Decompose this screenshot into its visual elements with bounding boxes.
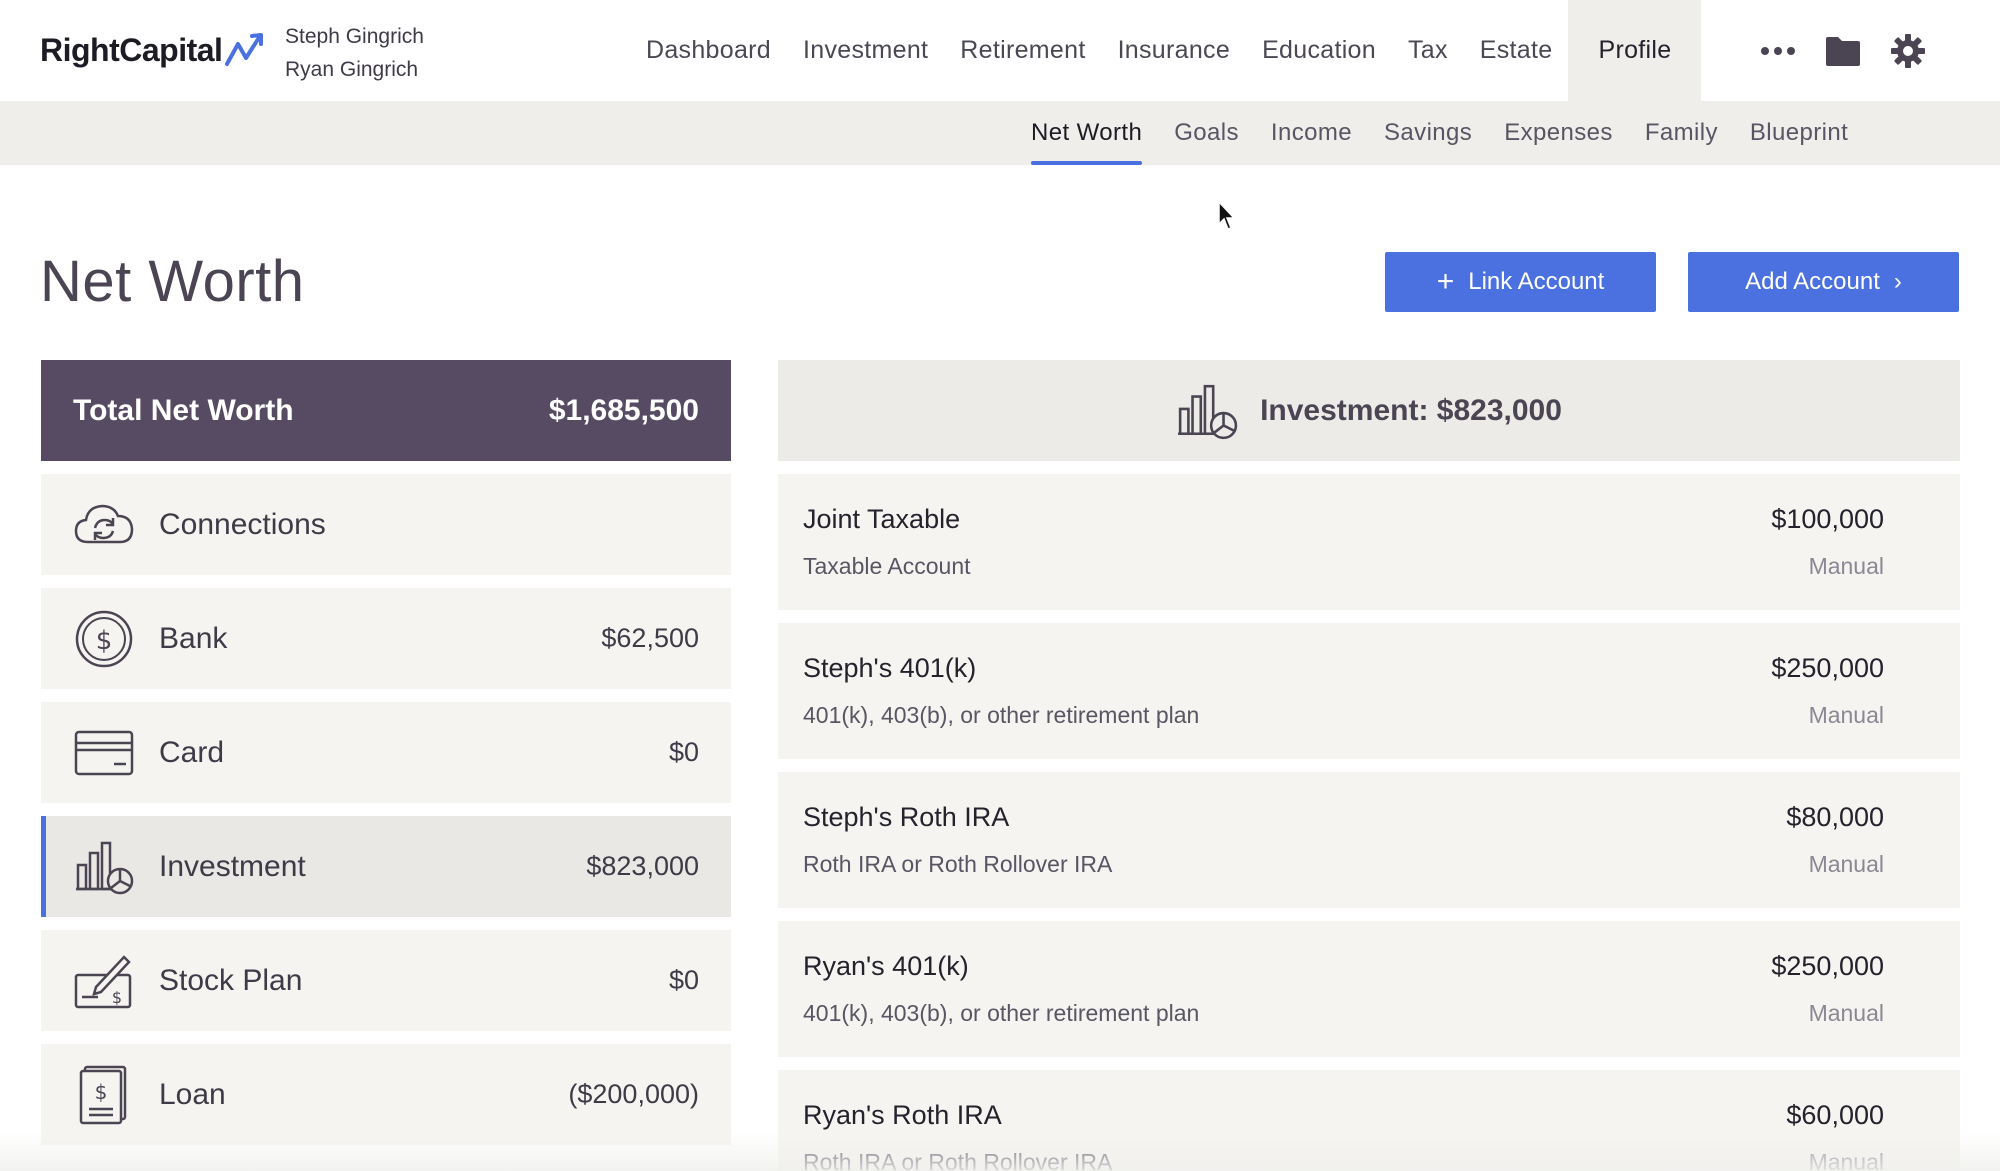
category-connections[interactable]: Connections <box>41 474 731 575</box>
category-value: $823,000 <box>586 851 699 881</box>
category-label: Card <box>159 735 225 769</box>
svg-text:$: $ <box>96 626 113 656</box>
net-worth-summary: Total Net Worth $1,685,500 Connections $… <box>41 360 731 1145</box>
nav-insurance[interactable]: Insurance <box>1102 0 1247 101</box>
subnav-expenses[interactable]: Expenses <box>1488 101 1629 165</box>
category-label: Investment <box>159 849 306 883</box>
nav-tax[interactable]: Tax <box>1392 0 1464 101</box>
account-source: Manual <box>1808 1149 1884 1171</box>
account-source: Manual <box>1808 1000 1884 1026</box>
investment-chart-icon <box>1178 384 1238 439</box>
credit-card-icon <box>73 722 135 784</box>
chevron-right-icon: › <box>1893 268 1902 295</box>
stock-plan-icon: $ <box>73 950 135 1012</box>
category-value: $0 <box>668 737 699 767</box>
client-name-secondary: Ryan Gingrich <box>285 58 419 81</box>
gear-icon[interactable] <box>1890 33 1926 69</box>
category-stock-plan[interactable]: $ Stock Plan $0 <box>41 930 731 1031</box>
nav-profile[interactable]: Profile <box>1568 0 1702 101</box>
investment-chart-icon <box>73 836 135 898</box>
more-icon[interactable] <box>1760 45 1796 57</box>
nav-estate[interactable]: Estate <box>1464 0 1569 101</box>
link-account-button[interactable]: + Link Account <box>1385 252 1656 312</box>
total-net-worth-bar: Total Net Worth $1,685,500 <box>41 360 731 461</box>
account-name: Ryan's Roth IRA <box>803 1100 1002 1130</box>
account-card[interactable]: Steph's Roth IRA Roth IRA or Roth Rollov… <box>778 772 1960 908</box>
total-net-worth-value: $1,685,500 <box>548 393 699 427</box>
add-account-label: Add Account <box>1745 268 1880 295</box>
dollar-coin-icon: $ <box>73 608 135 670</box>
subnav-family[interactable]: Family <box>1629 101 1734 165</box>
account-card[interactable]: Ryan's Roth IRA Roth IRA or Roth Rollove… <box>778 1070 1960 1171</box>
category-value: $0 <box>668 965 699 995</box>
client-name-primary: Steph Gingrich <box>285 25 424 48</box>
account-type: Roth IRA or Roth Rollover IRA <box>803 1149 1113 1171</box>
subnav-blueprint[interactable]: Blueprint <box>1734 101 1864 165</box>
account-card[interactable]: Joint Taxable Taxable Account $100,000 M… <box>778 474 1960 610</box>
subnav-net-worth[interactable]: Net Worth <box>1015 101 1158 165</box>
account-type: Roth IRA or Roth Rollover IRA <box>803 851 1113 877</box>
account-value: $80,000 <box>1786 802 1884 832</box>
account-source: Manual <box>1808 851 1884 877</box>
plus-icon: + <box>1436 265 1455 298</box>
account-card[interactable]: Steph's 401(k) 401(k), 403(b), or other … <box>778 623 1960 759</box>
account-name: Steph's 401(k) <box>803 653 977 683</box>
subnav-income[interactable]: Income <box>1255 101 1368 165</box>
client-names[interactable]: Steph Gingrich Ryan Gingrich <box>285 20 424 86</box>
account-name: Steph's Roth IRA <box>803 802 1010 832</box>
top-bar: RightCapital Steph Gingrich Ryan Gingric… <box>0 0 2000 101</box>
category-label: Loan <box>159 1077 226 1111</box>
account-value: $250,000 <box>1771 951 1884 981</box>
account-name: Joint Taxable <box>803 504 961 534</box>
category-bank[interactable]: $ Bank $62,500 <box>41 588 731 689</box>
account-value: $250,000 <box>1771 653 1884 683</box>
account-value: $60,000 <box>1786 1100 1884 1130</box>
nav-investment[interactable]: Investment <box>787 0 944 101</box>
account-type: Taxable Account <box>803 553 971 579</box>
category-label: Connections <box>159 507 326 541</box>
rightcapital-logo[interactable]: RightCapital <box>40 30 268 70</box>
page-title: Net Worth <box>40 249 305 314</box>
investment-header: Investment: $823,000 <box>778 360 1960 461</box>
svg-text:$: $ <box>112 988 122 1007</box>
account-card[interactable]: Ryan's 401(k) 401(k), 403(b), or other r… <box>778 921 1960 1057</box>
category-investment[interactable]: Investment $823,000 <box>41 816 731 917</box>
main-nav: Dashboard Investment Retirement Insuranc… <box>630 0 1702 101</box>
logo-text: RightCapital <box>40 31 223 68</box>
svg-text:$: $ <box>95 1080 108 1104</box>
account-source: Manual <box>1808 553 1884 579</box>
logo-arrow-icon <box>225 33 264 66</box>
category-label: Stock Plan <box>159 963 303 997</box>
category-loan[interactable]: $ Loan ($200,000) <box>41 1044 731 1145</box>
add-account-button[interactable]: Add Account › <box>1688 252 1959 312</box>
folder-icon[interactable] <box>1824 35 1862 67</box>
loan-document-icon: $ <box>73 1064 135 1126</box>
sub-nav: Net Worth Goals Income Savings Expenses … <box>0 101 2000 165</box>
subnav-savings[interactable]: Savings <box>1368 101 1488 165</box>
nav-icon-group <box>1760 0 1926 101</box>
investment-detail-panel: Investment: $823,000 Joint Taxable Taxab… <box>778 360 1960 1171</box>
nav-dashboard[interactable]: Dashboard <box>630 0 787 101</box>
category-card[interactable]: Card $0 <box>41 702 731 803</box>
nav-education[interactable]: Education <box>1246 0 1392 101</box>
subnav-goals[interactable]: Goals <box>1158 101 1255 165</box>
category-value: $62,500 <box>601 623 699 653</box>
total-net-worth-label: Total Net Worth <box>73 393 294 427</box>
account-value: $100,000 <box>1771 504 1884 534</box>
account-source: Manual <box>1808 702 1884 728</box>
category-label: Bank <box>159 621 228 655</box>
link-account-label: Link Account <box>1468 268 1605 295</box>
cloud-sync-icon <box>73 494 135 556</box>
mouse-cursor-icon <box>1218 200 1236 230</box>
category-value: ($200,000) <box>568 1079 699 1109</box>
nav-retirement[interactable]: Retirement <box>944 0 1101 101</box>
investment-header-title: Investment: $823,000 <box>1260 393 1562 427</box>
account-name: Ryan's 401(k) <box>803 951 969 981</box>
account-type: 401(k), 403(b), or other retirement plan <box>803 702 1200 728</box>
account-type: 401(k), 403(b), or other retirement plan <box>803 1000 1200 1026</box>
